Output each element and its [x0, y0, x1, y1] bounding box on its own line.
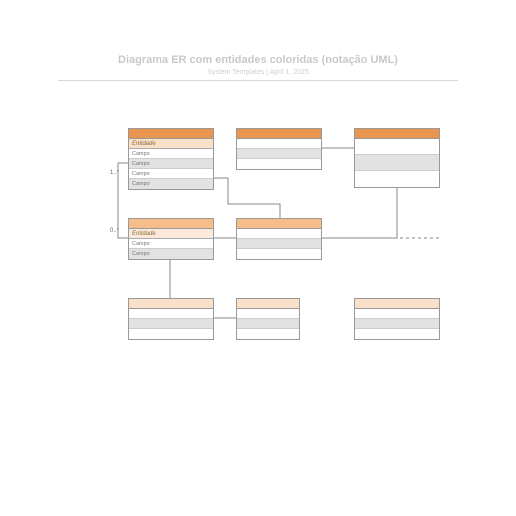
entity-field: [355, 155, 439, 171]
entity-field: [237, 319, 299, 329]
entity-field: [129, 309, 213, 319]
entity-field: [129, 319, 213, 329]
entity-field: [129, 329, 213, 339]
entity-box-6[interactable]: [128, 298, 214, 340]
entity-field: [237, 149, 321, 159]
entity-field: [237, 159, 321, 169]
entity-box-1[interactable]: Entidade Campo Campo Campo Campo: [128, 128, 214, 190]
entity-field: [237, 329, 299, 339]
entity-field: [355, 329, 439, 339]
entity-field: [355, 139, 439, 155]
entity-box-5[interactable]: [236, 218, 322, 260]
entity-header: [237, 129, 321, 139]
entity-field: [355, 171, 439, 187]
entity-field: Campo: [129, 249, 213, 259]
entity-header: [355, 129, 439, 139]
entity-header: [129, 129, 213, 139]
entity-field: [355, 309, 439, 319]
entity-field: [237, 249, 321, 259]
multiplicity-label: 0..*: [110, 228, 119, 234]
entity-field: [237, 229, 321, 239]
entity-box-3[interactable]: [354, 128, 440, 188]
entity-box-2[interactable]: [236, 128, 322, 170]
entity-box-8[interactable]: [354, 298, 440, 340]
diagram-canvas: 1..* 0..* Entidade Campo Campo Campo Cam…: [0, 0, 516, 516]
entity-field: Campo: [129, 149, 213, 159]
entity-field: Campo: [129, 239, 213, 249]
entity-field: Campo: [129, 169, 213, 179]
entity-field: Campo: [129, 179, 213, 189]
entity-header: [129, 219, 213, 229]
entity-box-4[interactable]: Entidade Campo Campo: [128, 218, 214, 260]
entity-header: [237, 219, 321, 229]
entity-header: [355, 299, 439, 309]
entity-header: [237, 299, 299, 309]
entity-name: Entidade: [129, 139, 213, 149]
entity-field: [355, 319, 439, 329]
multiplicity-label: 1..*: [110, 170, 119, 176]
entity-field: [237, 239, 321, 249]
entity-name: Entidade: [129, 229, 213, 239]
entity-box-7[interactable]: [236, 298, 300, 340]
entity-field: Campo: [129, 159, 213, 169]
entity-header: [129, 299, 213, 309]
entity-field: [237, 139, 321, 149]
entity-field: [237, 309, 299, 319]
